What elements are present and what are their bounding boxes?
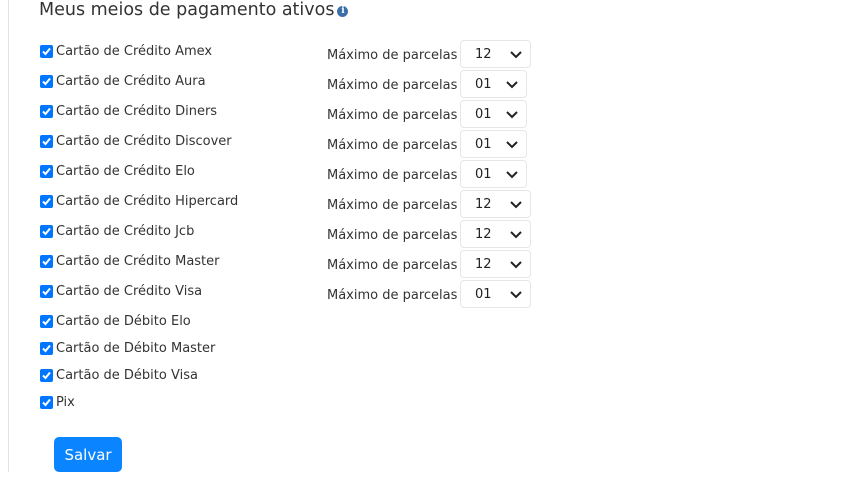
- checkbox-aura[interactable]: [40, 75, 53, 88]
- checkbox-credito-visa[interactable]: [40, 285, 53, 298]
- chevron-down-icon: [510, 201, 522, 209]
- max-parcelas-label: Máximo de parcelas: [327, 198, 458, 213]
- payment-methods-panel: Meus meios de pagamento ativos i Cartão d…: [8, 0, 857, 472]
- max-parcelas-select-jcb[interactable]: 12: [460, 220, 531, 248]
- method-label: Cartão de Crédito Master: [56, 254, 220, 269]
- max-parcelas-label: Máximo de parcelas: [327, 78, 458, 93]
- checkbox-hipercard[interactable]: [40, 195, 53, 208]
- chevron-down-icon: [510, 231, 522, 239]
- checkbox-debito-master[interactable]: [40, 342, 53, 355]
- method-label: Cartão de Crédito Jcb: [56, 224, 195, 239]
- method-label: Cartão de Crédito Amex: [56, 44, 213, 59]
- checkbox-amex[interactable]: [40, 45, 53, 58]
- checkbox-pix[interactable]: [40, 396, 53, 409]
- max-parcelas-select-hipercard[interactable]: 12: [460, 190, 531, 218]
- method-label: Cartão de Crédito Hipercard: [56, 194, 239, 209]
- max-parcelas-label: Máximo de parcelas: [327, 228, 458, 243]
- select-value: 12: [475, 257, 492, 272]
- page-title-text: Meus meios de pagamento ativos: [39, 0, 335, 20]
- method-label: Cartão de Débito Visa: [56, 368, 198, 383]
- max-parcelas-select-credito-master[interactable]: 12: [460, 250, 531, 278]
- select-value: 12: [475, 227, 492, 242]
- max-parcelas-label: Máximo de parcelas: [327, 138, 458, 153]
- max-parcelas-label: Máximo de parcelas: [327, 258, 458, 273]
- checkbox-debito-elo[interactable]: [40, 315, 53, 328]
- select-value: 01: [475, 137, 492, 152]
- method-label: Cartão de Crédito Aura: [56, 74, 206, 89]
- max-parcelas-select-diners[interactable]: 01: [460, 100, 527, 128]
- method-label: Cartão de Crédito Diners: [56, 104, 218, 119]
- select-value: 01: [475, 77, 492, 92]
- save-button[interactable]: Salvar: [54, 437, 122, 472]
- method-label: Cartão de Crédito Discover: [56, 134, 232, 149]
- checkbox-diners[interactable]: [40, 105, 53, 118]
- chevron-down-icon: [506, 111, 518, 119]
- checkbox-discover[interactable]: [40, 135, 53, 148]
- select-value: 01: [475, 287, 492, 302]
- max-parcelas-label: Máximo de parcelas: [327, 48, 458, 63]
- method-label: Cartão de Débito Master: [56, 341, 216, 356]
- max-parcelas-label: Máximo de parcelas: [327, 168, 458, 183]
- info-icon[interactable]: i: [337, 6, 349, 17]
- page-title: Meus meios de pagamento ativos i: [39, 0, 349, 20]
- checkbox-credito-elo[interactable]: [40, 165, 53, 178]
- max-parcelas-label: Máximo de parcelas: [327, 108, 458, 123]
- max-parcelas-select-aura[interactable]: 01: [460, 70, 527, 98]
- chevron-down-icon: [506, 171, 518, 179]
- max-parcelas-select-amex[interactable]: 12: [460, 40, 531, 68]
- select-value: 01: [475, 107, 492, 122]
- max-parcelas-select-discover[interactable]: 01: [460, 130, 527, 158]
- max-parcelas-select-credito-visa[interactable]: 01: [460, 280, 531, 308]
- select-value: 12: [475, 197, 492, 212]
- checkbox-jcb[interactable]: [40, 225, 53, 238]
- checkbox-credito-master[interactable]: [40, 255, 53, 268]
- chevron-down-icon: [506, 141, 518, 149]
- method-label: Cartão de Crédito Elo: [56, 164, 195, 179]
- method-label: Cartão de Crédito Visa: [56, 284, 203, 299]
- method-label: Pix: [56, 395, 75, 410]
- select-value: 12: [475, 47, 492, 62]
- chevron-down-icon: [506, 81, 518, 89]
- max-parcelas-label: Máximo de parcelas: [327, 288, 458, 303]
- max-parcelas-select-credito-elo[interactable]: 01: [460, 160, 527, 188]
- chevron-down-icon: [510, 51, 522, 59]
- checkbox-debito-visa[interactable]: [40, 369, 53, 382]
- chevron-down-icon: [510, 291, 522, 299]
- method-label: Cartão de Débito Elo: [56, 314, 191, 329]
- select-value: 01: [475, 167, 492, 182]
- chevron-down-icon: [510, 261, 522, 269]
